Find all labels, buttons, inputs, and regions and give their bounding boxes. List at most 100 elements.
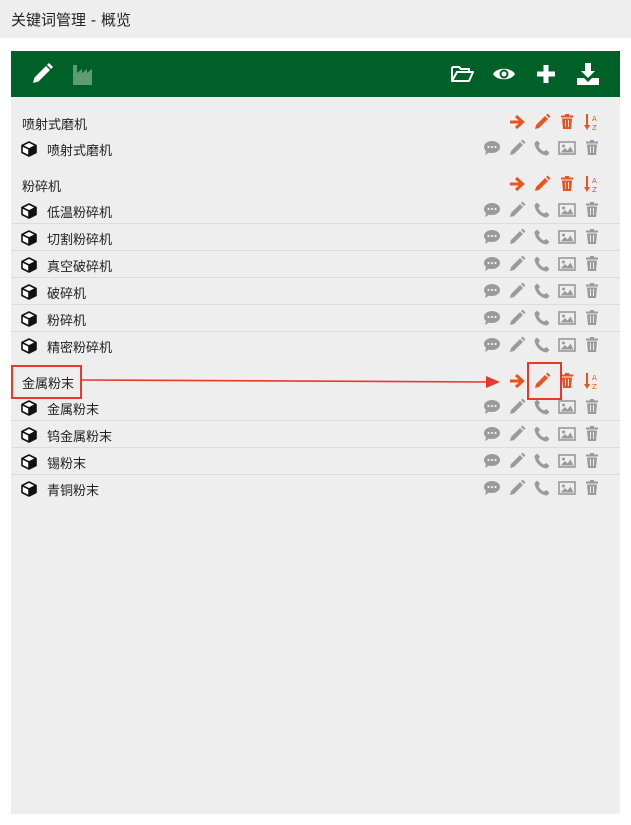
arrow-right-icon[interactable] — [508, 175, 526, 193]
pencil-icon[interactable] — [508, 398, 526, 416]
annotation-highlight-edit-icon — [527, 362, 562, 400]
pencil-icon[interactable] — [508, 452, 526, 470]
trash-icon[interactable] — [558, 175, 576, 193]
image-icon[interactable] — [558, 282, 576, 300]
cube-icon — [21, 400, 37, 416]
pencil-icon[interactable] — [533, 113, 551, 131]
image-icon[interactable] — [558, 139, 576, 157]
trash-icon[interactable] — [583, 452, 601, 470]
pencil-icon[interactable] — [508, 425, 526, 443]
phone-icon[interactable] — [533, 336, 551, 354]
list-item[interactable]: 精密粉碎机 — [11, 332, 620, 358]
arrow-right-icon[interactable] — [508, 113, 526, 131]
pencil-icon[interactable] — [508, 139, 526, 157]
trash-icon[interactable] — [583, 228, 601, 246]
item-label: 精密粉碎机 — [47, 341, 113, 356]
keyword-panel: 喷射式磨机 AZ 喷射式磨机 粉碎机 A Z 低温粉碎机 切割粉碎机 真空破碎机… — [11, 51, 620, 814]
trash-icon[interactable] — [583, 425, 601, 443]
pencil-icon[interactable] — [508, 228, 526, 246]
list-item[interactable]: 青铜粉末 — [11, 475, 620, 501]
image-icon[interactable] — [558, 398, 576, 416]
image-icon[interactable] — [558, 425, 576, 443]
image-icon[interactable] — [558, 479, 576, 497]
sort-az-icon[interactable]: AZ — [583, 175, 601, 193]
pencil-icon[interactable] — [508, 309, 526, 327]
trash-icon[interactable] — [583, 336, 601, 354]
item-label: 真空破碎机 — [47, 260, 113, 275]
comment-icon[interactable] — [483, 139, 501, 157]
list-item[interactable]: 破碎机 — [11, 278, 620, 305]
image-icon[interactable] — [558, 336, 576, 354]
plus-icon[interactable] — [534, 62, 558, 86]
list-item[interactable]: 喷射式磨机 — [11, 135, 620, 161]
trash-icon[interactable] — [583, 255, 601, 273]
pencil-icon[interactable] — [30, 62, 54, 86]
comment-icon[interactable] — [483, 398, 501, 416]
trash-icon[interactable] — [583, 479, 601, 497]
comment-icon[interactable] — [483, 336, 501, 354]
trash-icon[interactable] — [583, 139, 601, 157]
cube-icon — [21, 338, 37, 354]
trash-icon[interactable] — [583, 282, 601, 300]
factory-icon[interactable] — [72, 62, 96, 86]
phone-icon[interactable] — [533, 255, 551, 273]
trash-icon[interactable] — [583, 201, 601, 219]
list-item[interactable]: 钨金属粉末 — [11, 421, 620, 448]
phone-icon[interactable] — [533, 201, 551, 219]
comment-icon[interactable] — [483, 201, 501, 219]
cube-icon — [21, 427, 37, 443]
comment-icon[interactable] — [483, 282, 501, 300]
image-icon[interactable] — [558, 452, 576, 470]
comment-icon[interactable] — [483, 228, 501, 246]
eye-icon[interactable] — [492, 62, 516, 86]
item-label: 金属粉末 — [47, 403, 100, 418]
comment-icon[interactable] — [483, 479, 501, 497]
keyword-group: 粉碎机 AZ 低温粉碎机 切割粉碎机 真空破碎机 破碎机 粉碎机 精密粉碎机 — [11, 171, 620, 358]
keyword-list: 喷射式磨机 AZ 喷射式磨机 粉碎机 A Z 低温粉碎机 切割粉碎机 真空破碎机… — [11, 109, 620, 511]
image-icon[interactable] — [558, 255, 576, 273]
comment-icon[interactable] — [483, 425, 501, 443]
phone-icon[interactable] — [533, 228, 551, 246]
item-label: 低温粉碎机 — [47, 206, 113, 221]
phone-icon[interactable] — [533, 479, 551, 497]
pencil-icon[interactable] — [508, 201, 526, 219]
item-label: 锡粉末 — [47, 457, 87, 472]
pencil-icon[interactable] — [533, 175, 551, 193]
sort-az-icon[interactable]: AZ — [583, 113, 601, 131]
list-item[interactable]: 锡粉末 — [11, 448, 620, 475]
arrow-right-icon[interactable] — [508, 372, 526, 390]
phone-icon[interactable] — [533, 309, 551, 327]
image-icon[interactable] — [558, 309, 576, 327]
sort-az-icon[interactable]: AZ — [583, 372, 601, 390]
folder-open-icon[interactable] — [450, 62, 474, 86]
download-icon[interactable] — [576, 62, 600, 86]
group-title: 粉碎机 — [22, 180, 62, 195]
list-item[interactable]: 真空破碎机 — [11, 251, 620, 278]
pencil-icon[interactable] — [508, 255, 526, 273]
pencil-icon[interactable] — [508, 282, 526, 300]
phone-icon[interactable] — [533, 452, 551, 470]
comment-icon[interactable] — [483, 255, 501, 273]
svg-text:Z: Z — [592, 186, 597, 193]
item-label: 切割粉碎机 — [47, 233, 113, 248]
pencil-icon[interactable] — [508, 336, 526, 354]
list-item[interactable]: 切割粉碎机 — [11, 224, 620, 251]
image-icon[interactable] — [558, 228, 576, 246]
pencil-icon[interactable] — [508, 479, 526, 497]
list-item[interactable]: 低温粉碎机 — [11, 197, 620, 224]
phone-icon[interactable] — [533, 139, 551, 157]
image-icon[interactable] — [558, 201, 576, 219]
phone-icon[interactable] — [533, 425, 551, 443]
comment-icon[interactable] — [483, 452, 501, 470]
group-title: 喷射式磨机 — [22, 118, 88, 133]
phone-icon[interactable] — [533, 398, 551, 416]
cube-icon — [21, 284, 37, 300]
trash-icon[interactable] — [558, 113, 576, 131]
group-header: 喷射式磨机 AZ — [11, 109, 620, 135]
list-item[interactable]: 粉碎机 — [11, 305, 620, 332]
trash-icon[interactable] — [583, 309, 601, 327]
phone-icon[interactable] — [533, 282, 551, 300]
trash-icon[interactable] — [583, 398, 601, 416]
comment-icon[interactable] — [483, 309, 501, 327]
toolbar — [11, 51, 620, 97]
